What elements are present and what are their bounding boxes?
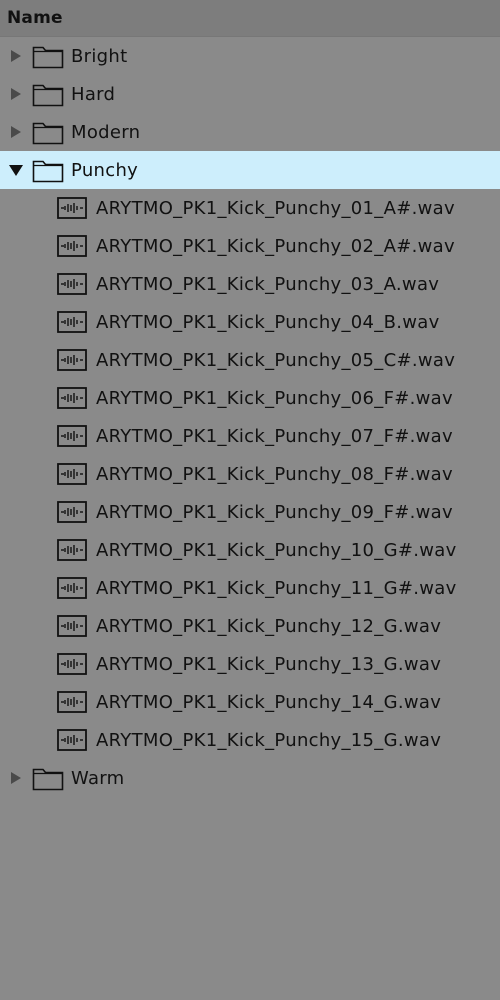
expand-arrow-icon[interactable] bbox=[3, 126, 29, 138]
audio-file-icon bbox=[57, 311, 87, 333]
folder-row-bright[interactable]: Bright bbox=[0, 37, 500, 75]
audio-file-icon bbox=[57, 235, 87, 257]
file-row[interactable]: ARYTMO_PK1_Kick_Punchy_14_G.wav bbox=[0, 683, 500, 721]
file-row[interactable]: ARYTMO_PK1_Kick_Punchy_01_A#.wav bbox=[0, 189, 500, 227]
file-label: ARYTMO_PK1_Kick_Punchy_05_C#.wav bbox=[96, 349, 456, 371]
file-row[interactable]: ARYTMO_PK1_Kick_Punchy_15_G.wav bbox=[0, 721, 500, 759]
file-label: ARYTMO_PK1_Kick_Punchy_12_G.wav bbox=[96, 615, 442, 637]
file-label: ARYTMO_PK1_Kick_Punchy_14_G.wav bbox=[96, 691, 442, 713]
audio-file-icon bbox=[57, 539, 87, 561]
audio-file-icon bbox=[57, 691, 87, 713]
file-row[interactable]: ARYTMO_PK1_Kick_Punchy_10_G#.wav bbox=[0, 531, 500, 569]
file-row[interactable]: ARYTMO_PK1_Kick_Punchy_05_C#.wav bbox=[0, 341, 500, 379]
file-browser: Name Bright Hard Modern Punchy ARYTMO_PK… bbox=[0, 0, 500, 1000]
file-label: ARYTMO_PK1_Kick_Punchy_09_F#.wav bbox=[96, 501, 453, 523]
audio-file-icon bbox=[57, 501, 87, 523]
column-header[interactable]: Name bbox=[0, 0, 500, 37]
file-label: ARYTMO_PK1_Kick_Punchy_03_A.wav bbox=[96, 273, 440, 295]
expand-arrow-icon[interactable] bbox=[3, 772, 29, 784]
audio-file-icon bbox=[57, 463, 87, 485]
file-row[interactable]: ARYTMO_PK1_Kick_Punchy_07_F#.wav bbox=[0, 417, 500, 455]
folder-icon bbox=[32, 765, 65, 791]
file-row[interactable]: ARYTMO_PK1_Kick_Punchy_08_F#.wav bbox=[0, 455, 500, 493]
folder-label: Hard bbox=[71, 83, 116, 105]
file-label: ARYTMO_PK1_Kick_Punchy_08_F#.wav bbox=[96, 463, 453, 485]
file-label: ARYTMO_PK1_Kick_Punchy_07_F#.wav bbox=[96, 425, 453, 447]
file-label: ARYTMO_PK1_Kick_Punchy_10_G#.wav bbox=[96, 539, 457, 561]
folder-label: Modern bbox=[71, 121, 141, 143]
audio-file-icon bbox=[57, 577, 87, 599]
file-label: ARYTMO_PK1_Kick_Punchy_11_G#.wav bbox=[96, 577, 457, 599]
name-column-label: Name bbox=[7, 8, 63, 28]
folder-label: Bright bbox=[71, 45, 128, 67]
folder-row-hard[interactable]: Hard bbox=[0, 75, 500, 113]
file-row[interactable]: ARYTMO_PK1_Kick_Punchy_09_F#.wav bbox=[0, 493, 500, 531]
folder-icon bbox=[32, 157, 65, 183]
file-label: ARYTMO_PK1_Kick_Punchy_15_G.wav bbox=[96, 729, 442, 751]
file-label: ARYTMO_PK1_Kick_Punchy_02_A#.wav bbox=[96, 235, 455, 257]
audio-file-icon bbox=[57, 615, 87, 637]
collapse-arrow-icon[interactable] bbox=[3, 164, 29, 176]
audio-file-icon bbox=[57, 425, 87, 447]
file-tree: Bright Hard Modern Punchy ARYTMO_PK1_Kic… bbox=[0, 37, 500, 797]
folder-icon bbox=[32, 43, 65, 69]
file-label: ARYTMO_PK1_Kick_Punchy_01_A#.wav bbox=[96, 197, 455, 219]
file-row[interactable]: ARYTMO_PK1_Kick_Punchy_13_G.wav bbox=[0, 645, 500, 683]
folder-row-modern[interactable]: Modern bbox=[0, 113, 500, 151]
file-row[interactable]: ARYTMO_PK1_Kick_Punchy_04_B.wav bbox=[0, 303, 500, 341]
audio-file-icon bbox=[57, 653, 87, 675]
file-label: ARYTMO_PK1_Kick_Punchy_06_F#.wav bbox=[96, 387, 453, 409]
folder-label: Punchy bbox=[71, 159, 139, 181]
file-row[interactable]: ARYTMO_PK1_Kick_Punchy_12_G.wav bbox=[0, 607, 500, 645]
folder-icon bbox=[32, 81, 65, 107]
folder-label: Warm bbox=[71, 767, 125, 789]
audio-file-icon bbox=[57, 349, 87, 371]
file-row[interactable]: ARYTMO_PK1_Kick_Punchy_02_A#.wav bbox=[0, 227, 500, 265]
expand-arrow-icon[interactable] bbox=[3, 50, 29, 62]
file-row[interactable]: ARYTMO_PK1_Kick_Punchy_11_G#.wav bbox=[0, 569, 500, 607]
file-label: ARYTMO_PK1_Kick_Punchy_04_B.wav bbox=[96, 311, 440, 333]
audio-file-icon bbox=[57, 387, 87, 409]
file-list: ARYTMO_PK1_Kick_Punchy_01_A#.wav ARYTMO_P… bbox=[0, 189, 500, 759]
audio-file-icon bbox=[57, 197, 87, 219]
file-row[interactable]: ARYTMO_PK1_Kick_Punchy_03_A.wav bbox=[0, 265, 500, 303]
audio-file-icon bbox=[57, 273, 87, 295]
expand-arrow-icon[interactable] bbox=[3, 88, 29, 100]
file-row[interactable]: ARYTMO_PK1_Kick_Punchy_06_F#.wav bbox=[0, 379, 500, 417]
file-label: ARYTMO_PK1_Kick_Punchy_13_G.wav bbox=[96, 653, 442, 675]
folder-row-warm[interactable]: Warm bbox=[0, 759, 500, 797]
folder-icon bbox=[32, 119, 65, 145]
folder-row-punchy[interactable]: Punchy bbox=[0, 151, 500, 189]
audio-file-icon bbox=[57, 729, 87, 751]
